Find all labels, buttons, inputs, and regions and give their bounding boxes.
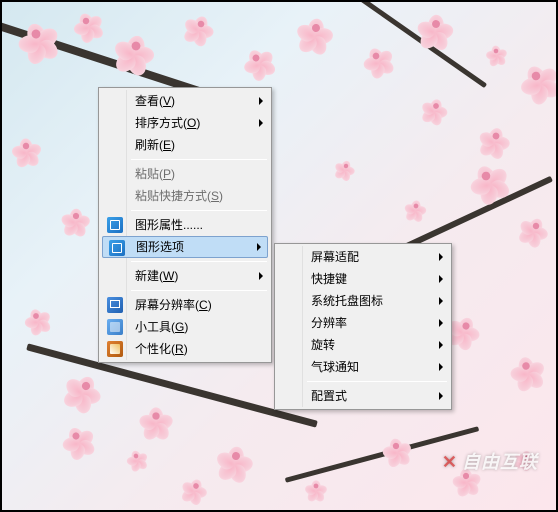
menu-separator	[131, 290, 267, 291]
submenu-arrow-icon	[439, 392, 443, 400]
menu-item-label: 分辨率	[311, 316, 347, 330]
menu-item-label: 刷新	[135, 138, 159, 152]
submenu-arrow-icon	[259, 97, 263, 105]
pers-icon	[107, 341, 123, 357]
gfx-icon	[107, 217, 123, 233]
submenu-arrow-icon	[259, 119, 263, 127]
submenu-arrow-icon	[439, 363, 443, 371]
submenu-arrow-icon	[439, 341, 443, 349]
contextMenu-item-14[interactable]: 个性化(R)	[101, 338, 269, 360]
menu-item-label: 新建	[135, 269, 159, 283]
contextMenu-item-5: 粘贴快捷方式(S)	[101, 185, 269, 207]
menu-item-label: 图形选项	[136, 240, 184, 254]
menu-item-label: 屏幕分辨率	[135, 298, 195, 312]
contextMenu-item-8[interactable]: 图形选项	[102, 236, 268, 258]
submenu-arrow-icon	[439, 253, 443, 261]
submenu-item-0[interactable]: 屏幕适配	[277, 246, 449, 268]
menu-item-label: 小工具	[135, 320, 171, 334]
menu-item-label: 旋转	[311, 338, 335, 352]
menu-item-shortcut: (C)	[195, 298, 212, 312]
gfx-icon	[109, 240, 125, 256]
menu-item-shortcut: (G)	[171, 320, 188, 334]
menu-item-label: 排序方式	[135, 116, 183, 130]
submenu-arrow-icon	[439, 297, 443, 305]
submenu-arrow-icon	[259, 272, 263, 280]
contextMenu-item-2[interactable]: 刷新(E)	[101, 134, 269, 156]
watermark-text: 自由互联	[442, 448, 538, 474]
submenu-arrow-icon	[439, 275, 443, 283]
contextMenu-item-7[interactable]: 图形属性......	[101, 214, 269, 236]
menu-item-label: 气球通知	[311, 360, 359, 374]
menu-separator	[131, 210, 267, 211]
menu-separator	[131, 159, 267, 160]
menu-item-shortcut: (O)	[183, 116, 200, 130]
contextMenu-item-10[interactable]: 新建(W)	[101, 265, 269, 287]
submenu-item-3[interactable]: 分辨率	[277, 312, 449, 334]
graphics-options-submenu: 屏幕适配快捷键系统托盘图标分辨率旋转气球通知配置式	[274, 243, 452, 410]
desktop-context-menu: 查看(V)排序方式(O)刷新(E)粘贴(P)粘贴快捷方式(S)图形属性.....…	[98, 87, 272, 363]
contextMenu-item-12[interactable]: 屏幕分辨率(C)	[101, 294, 269, 316]
menu-item-shortcut: (W)	[159, 269, 178, 283]
submenu-arrow-icon	[257, 243, 261, 251]
menu-item-label: 个性化	[135, 342, 171, 356]
submenu-item-1[interactable]: 快捷键	[277, 268, 449, 290]
menu-item-shortcut: (P)	[159, 167, 175, 181]
menu-item-label: 系统托盘图标	[311, 294, 383, 308]
menu-item-label: 屏幕适配	[311, 250, 359, 264]
menu-item-shortcut: (S)	[207, 189, 223, 203]
submenu-item-4[interactable]: 旋转	[277, 334, 449, 356]
menu-item-label: 快捷键	[311, 272, 347, 286]
menu-item-label: 配置式	[311, 389, 347, 403]
menu-item-label: 查看	[135, 94, 159, 108]
contextMenu-item-1[interactable]: 排序方式(O)	[101, 112, 269, 134]
submenu-item-2[interactable]: 系统托盘图标	[277, 290, 449, 312]
menu-separator	[307, 381, 447, 382]
menu-separator	[131, 261, 267, 262]
contextMenu-item-0[interactable]: 查看(V)	[101, 90, 269, 112]
menu-item-shortcut: (V)	[159, 94, 175, 108]
submenu-item-7[interactable]: 配置式	[277, 385, 449, 407]
menu-item-shortcut: (R)	[171, 342, 188, 356]
menu-item-label: 粘贴快捷方式	[135, 189, 207, 203]
res-icon	[107, 297, 123, 313]
menu-item-label: 粘贴	[135, 167, 159, 181]
submenu-item-5[interactable]: 气球通知	[277, 356, 449, 378]
submenu-arrow-icon	[439, 319, 443, 327]
gadget-icon	[107, 319, 123, 335]
contextMenu-item-4: 粘贴(P)	[101, 163, 269, 185]
menu-item-shortcut: (E)	[159, 138, 175, 152]
menu-item-label: 图形属性......	[135, 218, 203, 232]
contextMenu-item-13[interactable]: 小工具(G)	[101, 316, 269, 338]
